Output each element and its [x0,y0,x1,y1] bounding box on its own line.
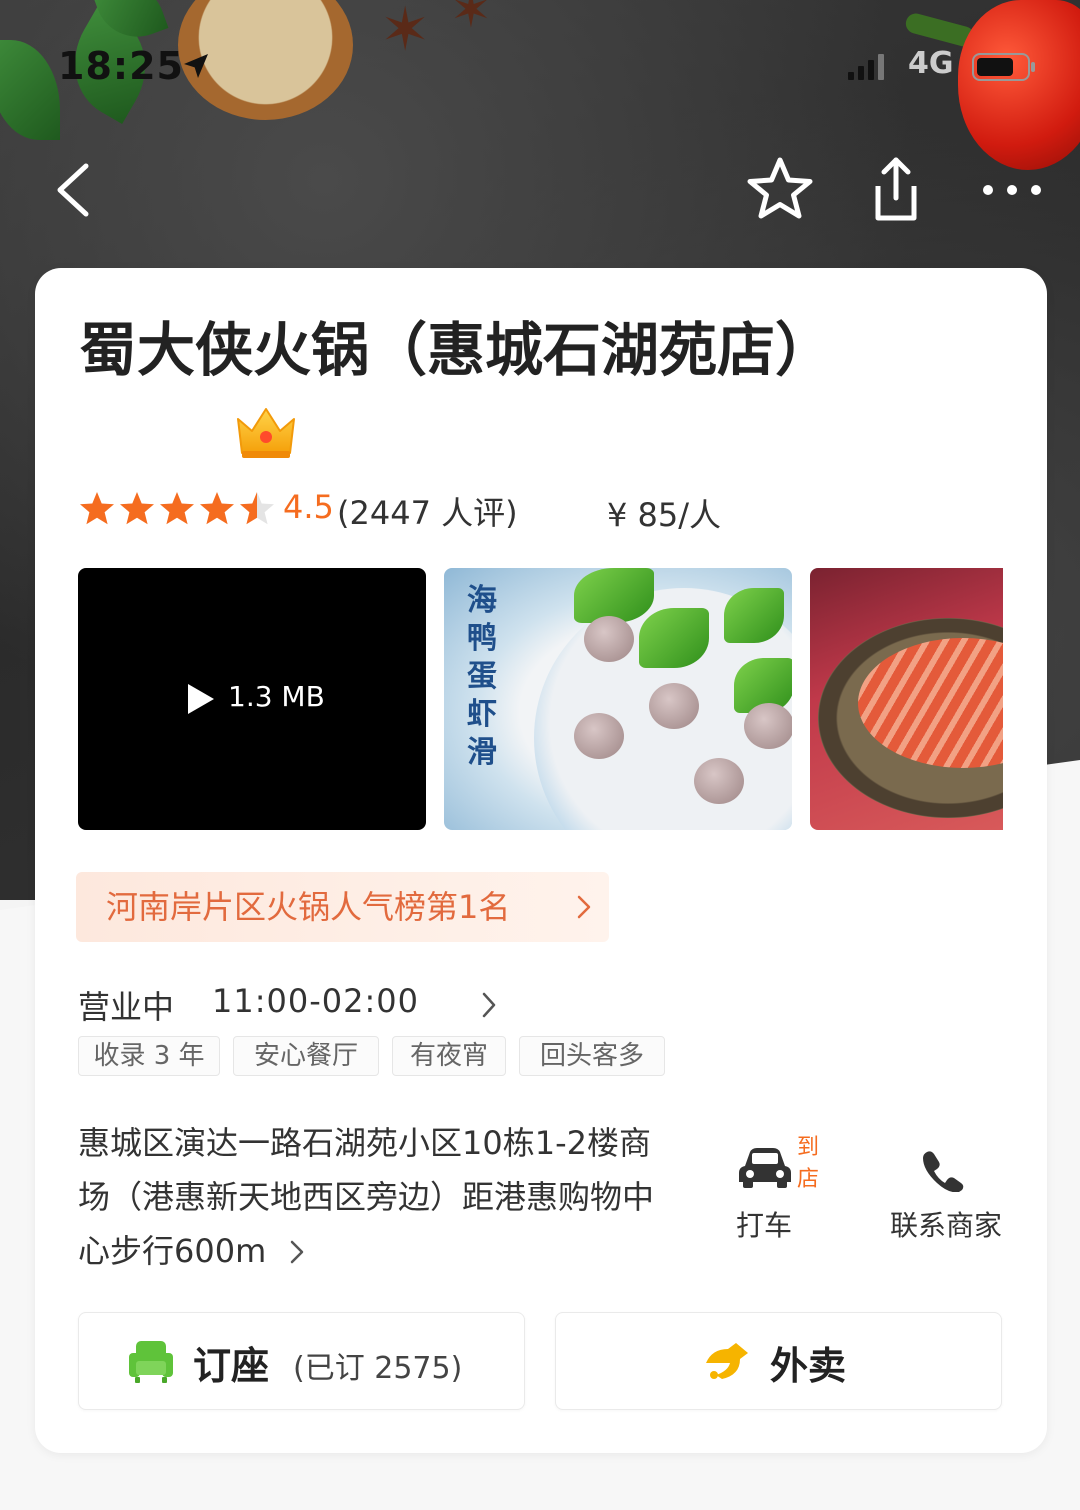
photo-shrimp-ball [649,683,699,729]
chevron-right-icon [291,1240,304,1264]
more-button[interactable] [972,150,1052,230]
reserve-label: 订座 [193,1344,270,1388]
address-text: 惠城区演达一路石湖苑小区10栋1-2楼商场（港惠新天地西区旁边）距港惠购物中心步… [78,1124,655,1270]
taxi-badge: 到店 [787,1132,829,1192]
rating-star [240,492,274,525]
back-button[interactable] [40,150,120,230]
photo-caption: 海鸭蛋虾滑 [467,583,497,770]
more-dots-icon [983,185,1041,195]
share-button[interactable] [856,150,936,230]
car-icon [739,1148,791,1188]
hours-time: 11:00-02:00 [212,982,419,1020]
photo-leaf [639,608,709,668]
signal-icon [848,54,884,80]
feature-tag: 安心餐厅 [233,1036,379,1076]
photo-shrimp-ball [574,713,624,759]
rating-value: 4.5 [283,488,334,526]
photo-beef-platter[interactable] [810,568,1003,830]
share-icon [875,157,917,221]
rating-star [200,492,234,525]
reserve-count: (已订 2575) [293,1351,463,1386]
star-rating [80,492,274,525]
chevron-right-icon [577,895,591,919]
rating-row: 4.5 (2447 人评) ¥ 85/人 [77,486,977,536]
sofa-icon [129,1341,173,1383]
restaurant-info-card: 蜀大侠火锅（惠城石湖苑店） 4.5 (2447 人评) ¥ 85/人 1.3 M… [35,268,1047,1453]
business-hours[interactable]: 营业中 11:00-02:00 [78,982,778,1032]
video-size: 1.3 MB [228,680,325,713]
rating-star [80,492,114,525]
star-anise-decor: ✶ [450,0,492,39]
status-time: 18:25 [58,44,184,88]
taxi-button[interactable]: 到店 打车 [729,1132,829,1254]
review-count[interactable]: (2447 人评) [337,488,518,534]
photo-shrimp-ball [744,703,792,749]
star-outline-icon [747,157,813,219]
crown-icon [237,408,295,458]
address[interactable]: 惠城区演达一路石湖苑小区10栋1-2楼商场（港惠新天地西区旁边）距港惠购物中心步… [78,1116,678,1278]
reserve-button[interactable]: 订座 (已订 2575) [78,1312,525,1410]
delivery-rider-icon [706,1343,748,1379]
network-type: 4G [908,46,954,81]
price-per-person: ¥ 85/人 [607,496,722,534]
delivery-button[interactable]: 外卖 [555,1312,1002,1410]
photo-shrimp-paste[interactable]: 海鸭蛋虾滑 [444,568,792,830]
feature-tag: 收录 3 年 [78,1036,220,1076]
status-bar: 18:25 4G [0,40,1080,100]
media-gallery[interactable]: 1.3 MB 海鸭蛋虾滑 [78,568,1003,830]
play-icon [188,684,214,714]
photo-shrimp-ball [694,758,744,804]
photo-shrimp-ball [584,616,634,662]
contact-label: 联系商家 [889,1209,1002,1242]
ranking-label: 河南岸片区火锅人气榜第1名 [106,888,511,926]
open-status: 营业中 [78,988,175,1026]
taxi-label: 打车 [735,1209,792,1242]
video-thumbnail[interactable]: 1.3 MB [78,568,426,830]
photo-leaf [724,588,784,643]
delivery-label: 外卖 [770,1344,847,1388]
rating-star [160,492,194,525]
contact-merchant-button[interactable]: 联系商家 [881,1144,1002,1254]
restaurant-name: 蜀大侠火锅（惠城石湖苑店） [79,316,834,384]
battery-icon [972,53,1035,81]
feature-tag: 有夜宵 [392,1036,506,1076]
favorite-button[interactable] [740,150,820,230]
chevron-right-icon [482,992,496,1018]
location-arrow-icon [184,54,208,78]
photo-leaf [574,568,654,623]
rating-star [120,492,154,525]
chevron-left-icon [57,163,89,217]
feature-tag: 回头客多 [519,1036,665,1076]
feature-tags: 收录 3 年 安心餐厅 有夜宵 回头客多 [78,1036,878,1076]
ranking-tag[interactable]: 河南岸片区火锅人气榜第1名 [76,872,609,942]
phone-icon [923,1151,964,1192]
